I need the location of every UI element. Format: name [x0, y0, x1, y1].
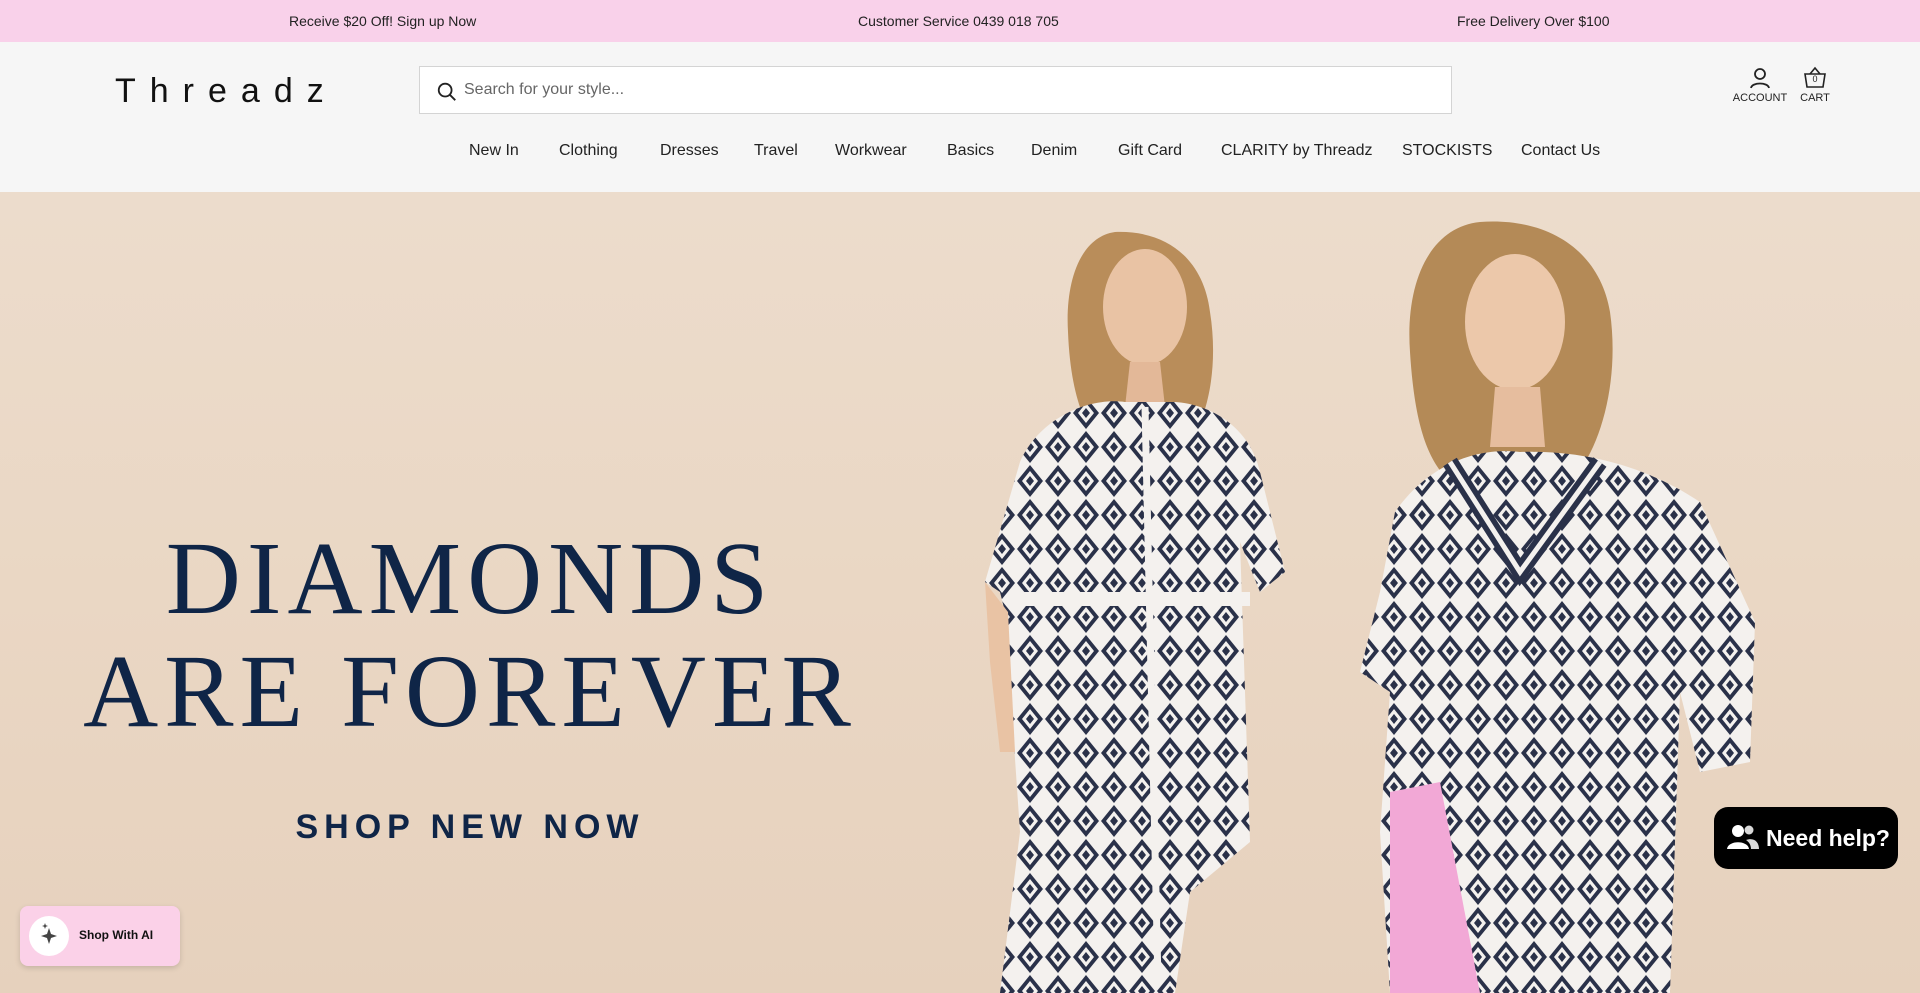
- account-label: ACCOUNT: [1732, 92, 1788, 104]
- nav-item-new-in[interactable]: New In: [469, 142, 519, 160]
- search-bar[interactable]: [419, 66, 1452, 114]
- cart-count: 0: [1812, 74, 1818, 84]
- nav-item-workwear[interactable]: Workwear: [835, 142, 907, 160]
- sparkle-icon: [41, 923, 57, 944]
- main-nav: New In Clothing Dresses Travel Workwear …: [0, 142, 1920, 166]
- chat-icon: [1727, 825, 1759, 849]
- site-header: Threadz ACCOUNT 0 CART New In Clothing D…: [0, 42, 1920, 192]
- search-input[interactable]: [464, 75, 1424, 105]
- nav-item-denim[interactable]: Denim: [1031, 142, 1077, 160]
- free-delivery-text: Free Delivery Over $100: [1457, 13, 1610, 29]
- account-button[interactable]: ACCOUNT: [1730, 66, 1790, 104]
- need-help-chat-button[interactable]: Need help?: [1714, 807, 1898, 869]
- customer-service-text: Customer Service 0439 018 705: [858, 13, 1059, 29]
- nav-item-clarity[interactable]: CLARITY by Threadz: [1221, 142, 1372, 160]
- site-logo[interactable]: Threadz: [115, 72, 338, 111]
- cart-label: CART: [1800, 92, 1830, 104]
- ai-avatar: [29, 916, 69, 956]
- signup-promo-link[interactable]: Receive $20 Off! Sign up Now: [289, 13, 476, 29]
- shop-with-ai-label: Shop With AI: [79, 928, 154, 942]
- hero-title-line2: ARE FOREVER: [83, 634, 857, 749]
- shop-new-now-link[interactable]: SHOP NEW NOW: [0, 808, 940, 847]
- hero-banner[interactable]: DIAMONDS ARE FOREVER SHOP NEW NOW: [0, 192, 1920, 993]
- user-icon: [1750, 68, 1770, 89]
- nav-item-basics[interactable]: Basics: [947, 142, 994, 160]
- nav-item-clothing[interactable]: Clothing: [559, 142, 618, 160]
- hero-model-image: [985, 221, 1755, 993]
- nav-item-stockists[interactable]: STOCKISTS: [1402, 142, 1492, 160]
- nav-item-contact-us[interactable]: Contact Us: [1521, 142, 1600, 160]
- nav-item-dresses[interactable]: Dresses: [660, 142, 719, 160]
- announcement-bar: Receive $20 Off! Sign up Now Customer Se…: [0, 0, 1920, 42]
- nav-item-gift-card[interactable]: Gift Card: [1118, 142, 1182, 160]
- shop-with-ai-button[interactable]: Shop With AI: [20, 906, 180, 966]
- cart-button[interactable]: 0 CART: [1796, 66, 1834, 104]
- hero-title-line1: DIAMONDS: [165, 521, 775, 636]
- need-help-label: Need help?: [1766, 825, 1890, 851]
- search-icon: [437, 82, 456, 101]
- nav-item-travel[interactable]: Travel: [754, 142, 798, 160]
